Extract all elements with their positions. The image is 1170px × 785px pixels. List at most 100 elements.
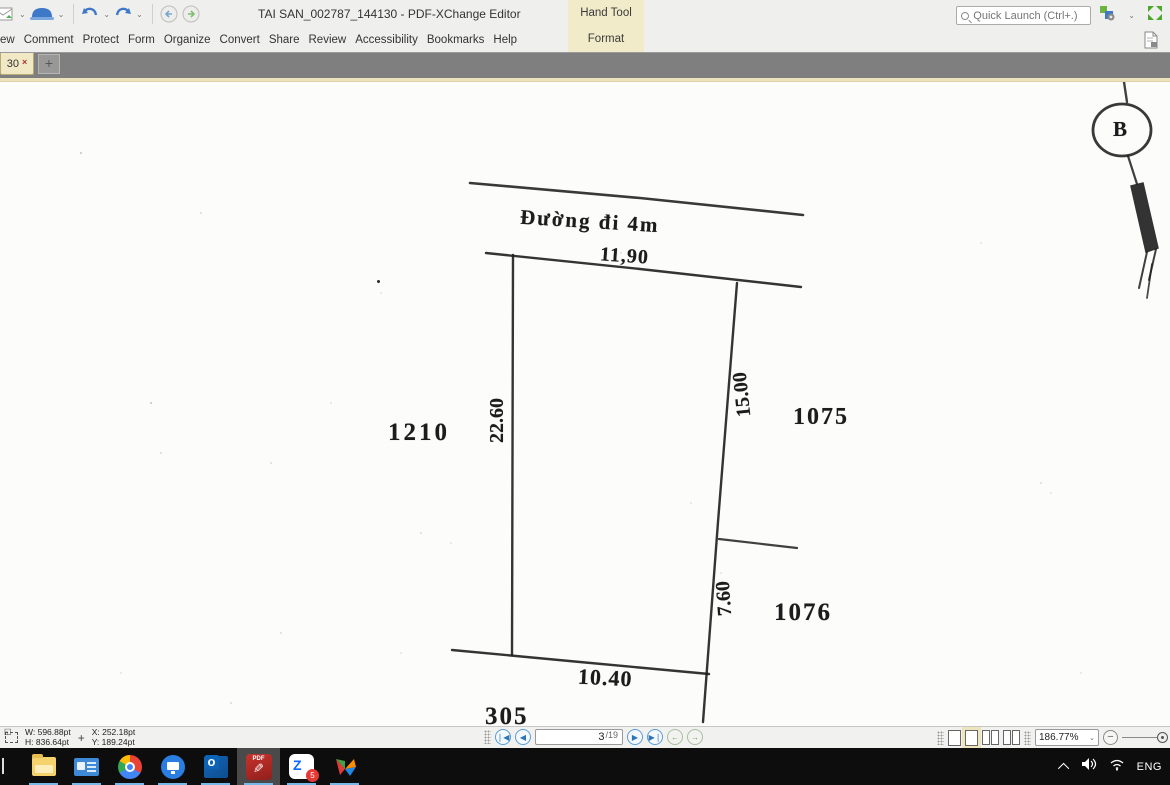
search-icon [961,12,969,20]
taskbar-zalo[interactable]: 5 [280,748,323,785]
window-title: TAI SAN_002787_144130 - PDF-XChange Edit… [258,7,521,21]
email-icon[interactable] [0,2,16,26]
hand-tool-tab[interactable]: Hand Tool [568,7,644,19]
contact-card-icon [74,758,99,776]
menu-form[interactable]: Form [128,34,155,46]
selection-size-icon [5,732,18,743]
menu-help[interactable]: Help [493,34,517,46]
last-page-button[interactable]: ▶❘ [647,729,663,745]
undo-icon[interactable] [80,2,100,26]
menu-bookmarks[interactable]: Bookmarks [427,34,485,46]
parcel-drawing [0,82,1170,726]
two-page-continuous-layout-icon[interactable] [1003,730,1020,745]
toolbar-grip[interactable] [1024,731,1031,745]
taskbar-outlook[interactable] [194,748,237,785]
customize-toolbars-icon[interactable] [1099,5,1119,26]
chevron-down-icon[interactable]: ⌄ [136,10,143,19]
next-view-icon[interactable] [181,2,201,26]
taskbar-notes-app[interactable] [65,748,108,785]
first-page-button[interactable]: ❘◀ [495,729,511,745]
language-indicator[interactable]: ENG [1137,761,1162,773]
two-page-layout-icon[interactable] [982,730,999,745]
redo-icon[interactable] [113,2,133,26]
taskbar-pdf-xchange[interactable]: PDF [237,748,280,785]
status-height: H: 836.64pt [25,738,71,748]
status-bar: W: 596.88pt H: 836.64pt + X: 252.18pt Y:… [0,726,1170,748]
document-properties-icon[interactable] [1142,31,1160,52]
menu-review[interactable]: Review [309,34,347,46]
parcel-number-left: 1210 [388,419,450,447]
tray-expand-icon[interactable] [1058,762,1069,773]
colorful-office-icon [332,755,358,779]
previous-view-button[interactable]: ← [667,729,683,745]
taskbar-edge-icon [2,758,4,774]
taskbar-chrome[interactable] [108,748,151,785]
dimension-right-lower: 7.60 [712,580,737,617]
zoom-level-select[interactable]: 186.77% ⌄ [1035,729,1099,746]
next-view-button[interactable]: → [687,729,703,745]
next-page-button[interactable]: ▶ [627,729,643,745]
zoom-value: 186.77% [1039,732,1078,743]
parcel-number-bottom-partial: 305 [485,703,529,726]
chevron-down-icon[interactable]: ⌄ [1128,11,1135,20]
chrome-icon [118,755,142,779]
toolbar-grip[interactable] [484,730,491,744]
toolbar-grip[interactable] [937,731,944,745]
zoom-out-button[interactable]: − [1103,730,1118,745]
wifi-icon[interactable] [1109,758,1125,776]
chevron-down-icon[interactable]: ⌄ [58,10,65,19]
taskbar-file-explorer[interactable] [22,748,65,785]
divider [73,4,74,24]
single-page-layout-icon[interactable] [948,730,961,746]
menu-organize[interactable]: Organize [164,34,211,46]
document-tab-bar: 30 × + [0,52,1170,78]
menu-view[interactable]: View [0,34,15,46]
taskbar-remote-desktop[interactable] [151,748,194,785]
dimension-top: 11,90 [599,243,649,269]
zoom-slider-knob[interactable] [1157,732,1168,743]
pdf-page-canvas[interactable]: Đường đi 4m 11,90 1210 22.60 15.00 1075 … [0,82,1170,726]
fullscreen-icon[interactable] [1146,4,1164,27]
close-tab-icon[interactable]: × [22,57,27,67]
page-number-input[interactable]: 3 /19 [535,729,623,745]
previous-page-button[interactable]: ◀ [515,729,531,745]
chevron-down-icon: ⌄ [1089,734,1095,742]
chevron-down-icon[interactable]: ⌄ [103,10,110,19]
marker-b-label: B [1113,117,1127,142]
cursor-position-icon: + [78,733,85,743]
parcel-number-right-upper: 1075 [793,404,849,431]
quick-launch-box[interactable] [956,6,1091,25]
previous-view-icon[interactable] [159,2,179,26]
outlook-icon [204,756,228,778]
chevron-down-icon[interactable]: ⌄ [19,10,26,19]
file-explorer-icon [32,757,56,776]
zalo-icon: 5 [289,754,314,779]
menu-accessibility[interactable]: Accessibility [355,34,418,46]
taskbar-office-app[interactable] [323,748,366,785]
dimension-left: 22.60 [486,398,509,443]
zoom-slider[interactable] [1122,737,1166,738]
dimension-right-upper: 15.00 [729,371,757,418]
stamp-tool-icon[interactable] [29,2,55,26]
pdf-xchange-icon: PDF [246,754,272,780]
quick-launch-input[interactable] [973,10,1081,22]
new-tab-button[interactable]: + [38,54,60,74]
active-document-tab[interactable]: 30 × [0,53,34,75]
menu-protect[interactable]: Protect [83,34,119,46]
menu-comment[interactable]: Comment [24,34,74,46]
divider [152,4,153,24]
current-page: 3 [598,731,604,743]
title-toolbar: Hand Tool ⌄ ⌄ ⌄ ⌄ TAI SAN_002787_144130 … [0,0,1170,28]
tab-label: 30 [7,58,19,70]
continuous-layout-icon[interactable] [965,730,978,746]
total-pages: /19 [605,730,618,740]
dimension-bottom: 10.40 [577,664,633,693]
windows-taskbar: PDF 5 ENG [0,748,1170,785]
menu-share[interactable]: Share [269,34,300,46]
menu-convert[interactable]: Convert [220,34,260,46]
remote-desktop-icon [161,755,185,779]
volume-icon[interactable] [1081,757,1097,776]
menu-format[interactable]: Format [568,33,644,45]
notification-badge: 5 [306,769,319,782]
parcel-number-right-lower: 1076 [774,599,832,627]
